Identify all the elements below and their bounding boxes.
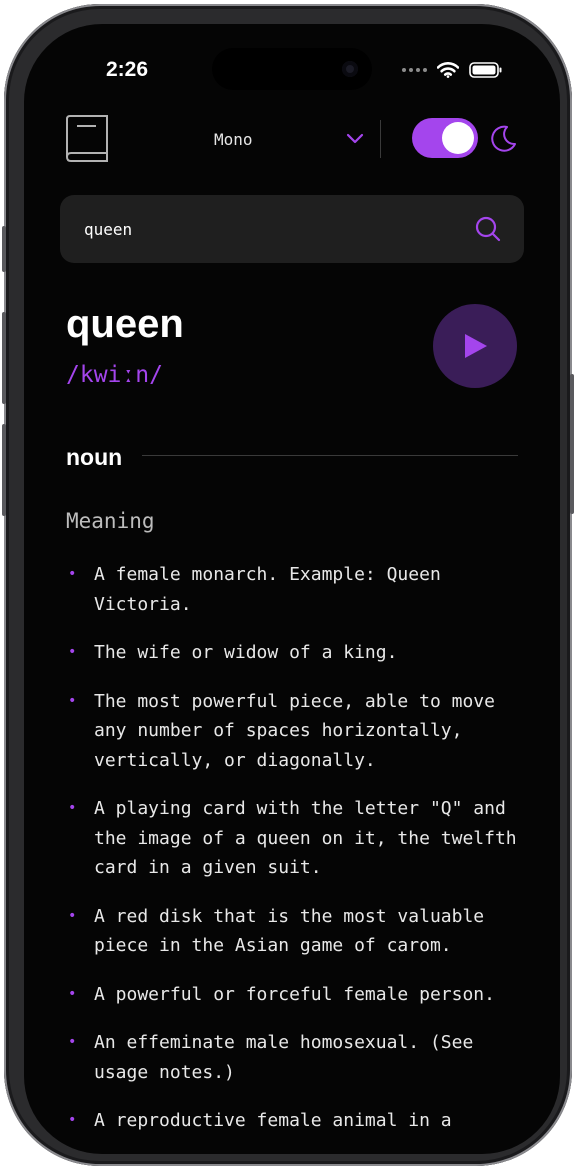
part-of-speech: noun [66, 444, 123, 470]
definition-item: • A red disk that is the most valuable pi… [66, 902, 536, 961]
mute-switch [2, 226, 6, 272]
search-bar [60, 195, 524, 263]
camera-icon [342, 61, 358, 77]
definition-item: • A playing card with the letter "Q" and … [66, 794, 536, 883]
bullet-icon: • [68, 907, 77, 924]
definition-item: • A reproductive female animal in a [66, 1106, 536, 1136]
app-screen: 2:26 Mono queen queen /kwiːn/ noun Meani… [24, 24, 560, 1154]
battery-icon [469, 62, 502, 78]
header-divider [380, 120, 381, 158]
play-icon [465, 334, 487, 358]
meaning-heading: Meaning [66, 509, 155, 533]
search-input[interactable] [84, 195, 464, 263]
phone-frame: 2:26 Mono queen queen /kwiːn/ noun Meani… [2, 4, 574, 1166]
volume-down-button [2, 424, 6, 516]
definition-text: A reproductive female animal in a [94, 1110, 452, 1131]
status-time: 2:26 [106, 58, 149, 81]
bullet-icon: • [68, 800, 77, 816]
phonetic-text: /kwiːn/ [66, 362, 163, 388]
definition-text: A powerful or forceful female person. [94, 983, 495, 1005]
bullet-icon: • [68, 644, 77, 660]
bullet-icon: • [68, 985, 77, 1002]
bullet-icon: • [68, 1034, 77, 1050]
book-icon[interactable] [64, 113, 110, 163]
definition-item: • The most powerful piece, able to move a… [66, 687, 536, 776]
theme-toggle[interactable] [412, 118, 478, 158]
definition-text: An effeminate male homosexual. (See usag… [94, 1032, 474, 1083]
play-audio-button[interactable] [433, 304, 517, 388]
moon-icon [491, 125, 516, 152]
definition-text: A female monarch. Example: Queen Victori… [94, 564, 441, 615]
definition-item: • A powerful or forceful female person. [66, 980, 536, 1010]
definition-item: • An effeminate male homosexual. (See usa… [66, 1028, 536, 1087]
font-select-label: Mono [214, 129, 253, 149]
bullet-icon: • [68, 1112, 77, 1128]
part-of-speech-divider [142, 455, 518, 456]
dynamic-island [212, 48, 372, 90]
definition-text: The most powerful piece, able to move an… [94, 690, 495, 771]
chevron-down-icon [346, 133, 364, 144]
definition-text: A playing card with the letter "Q" and t… [94, 798, 517, 878]
theme-toggle-knob [442, 122, 474, 154]
bullet-icon: • [68, 566, 77, 582]
volume-up-button [2, 312, 6, 404]
definition-text: A red disk that is the most valuable pie… [94, 905, 485, 957]
word-title: queen [66, 302, 184, 346]
font-select[interactable]: Mono [214, 124, 364, 154]
wifi-icon [437, 62, 459, 78]
definition-text: The wife or widow of a king. [94, 642, 398, 663]
definition-list: • A female monarch. Example: Queen Victor… [66, 560, 536, 1154]
definition-item: • The wife or widow of a king. [66, 638, 536, 668]
signal-dots-icon [402, 68, 427, 72]
search-icon[interactable] [474, 215, 502, 243]
power-button [570, 374, 574, 514]
bullet-icon: • [68, 692, 77, 709]
definition-item: • A female monarch. Example: Queen Victor… [66, 560, 536, 619]
status-icons [402, 62, 503, 78]
